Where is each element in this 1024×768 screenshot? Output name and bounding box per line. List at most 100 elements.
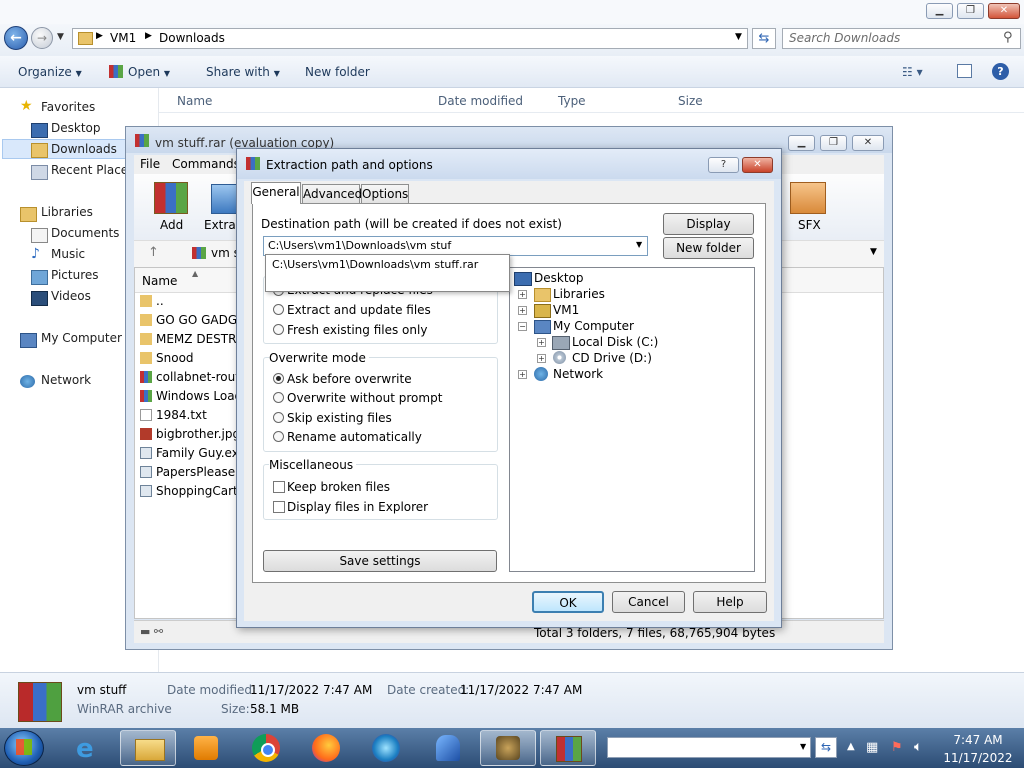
path-dropdown-icon[interactable]: ▼ bbox=[870, 247, 877, 257]
taskbar-firefox[interactable] bbox=[298, 730, 354, 766]
nav-libraries[interactable]: Libraries bbox=[41, 205, 93, 219]
nav-desktop[interactable]: Desktop bbox=[51, 121, 101, 135]
volume-icon[interactable]: 🔈︎ bbox=[914, 739, 922, 755]
path-dropdown-icon[interactable]: ▼ bbox=[636, 240, 642, 249]
checkbox-display-files-explorer[interactable] bbox=[273, 501, 285, 513]
radio-fresh-existing[interactable] bbox=[273, 324, 284, 335]
dialog-titlebar[interactable]: Extraction path and options ? ✕ bbox=[237, 149, 781, 179]
breadcrumb-vm1[interactable]: VM1 bbox=[110, 31, 136, 45]
tree-network[interactable]: Network bbox=[553, 367, 603, 381]
nav-recent-places[interactable]: Recent Places bbox=[51, 163, 134, 177]
nav-favorites[interactable]: Favorites bbox=[41, 100, 95, 114]
nav-music[interactable]: Music bbox=[51, 247, 85, 261]
nav-videos[interactable]: Videos bbox=[51, 289, 91, 303]
share-with-button[interactable]: Share with ▼ bbox=[206, 65, 280, 79]
display-button[interactable]: Display bbox=[663, 213, 754, 235]
taskbar-internet-explorer[interactable]: e bbox=[62, 730, 118, 766]
open-button[interactable]: Open ▼ bbox=[109, 65, 170, 79]
list-item[interactable]: 1984.txt bbox=[140, 408, 236, 426]
tree-local-disk[interactable]: Local Disk (C:) bbox=[572, 335, 658, 349]
list-item[interactable]: bigbrother.jpg bbox=[140, 427, 236, 445]
dialog-help-button[interactable]: ? bbox=[708, 157, 739, 173]
radio-overwrite-without-prompt[interactable] bbox=[273, 392, 284, 403]
taskbar-media-player[interactable] bbox=[178, 730, 234, 766]
search-icon[interactable]: ⚲ bbox=[1003, 30, 1013, 45]
list-item[interactable]: Family Guy.exe bbox=[140, 446, 236, 464]
expand-icon[interactable]: + bbox=[518, 306, 527, 315]
forward-button[interactable]: → bbox=[31, 27, 53, 49]
list-item[interactable]: .. bbox=[140, 294, 236, 312]
ok-button[interactable]: OK bbox=[532, 591, 604, 613]
action-center-icon[interactable]: ⚑ bbox=[891, 740, 903, 755]
clock-date[interactable]: 11/17/2022 bbox=[940, 751, 1016, 765]
list-item[interactable]: GO GO GADGE bbox=[140, 313, 236, 331]
explorer-titlebar[interactable]: ▁ ❐ ✕ bbox=[0, 0, 1024, 24]
save-settings-button[interactable]: Save settings bbox=[263, 550, 497, 572]
tab-advanced[interactable]: Advanced bbox=[302, 184, 362, 204]
help-button[interactable]: Help bbox=[693, 591, 767, 613]
tree-vm1[interactable]: VM1 bbox=[553, 303, 579, 317]
new-folder-button[interactable]: New folder bbox=[305, 65, 370, 79]
radio-skip-existing[interactable] bbox=[273, 412, 284, 423]
radio-ask-before-overwrite[interactable] bbox=[273, 373, 284, 384]
address-dropdown-icon[interactable]: ▼ bbox=[800, 742, 806, 751]
nav-my-computer[interactable]: My Computer bbox=[41, 331, 122, 345]
address-dropdown-icon[interactable]: ▼ bbox=[735, 32, 742, 42]
tab-general[interactable]: General bbox=[251, 182, 301, 204]
search-input[interactable]: Search Downloads ⚲ bbox=[782, 28, 1021, 49]
taskbar-app[interactable] bbox=[420, 730, 476, 766]
list-item[interactable]: Snood bbox=[140, 351, 236, 369]
view-options-icon[interactable]: ☷ ▾ bbox=[902, 65, 923, 79]
taskbar-browser[interactable] bbox=[358, 730, 414, 766]
menu-commands[interactable]: Commands bbox=[172, 157, 240, 171]
taskbar-address-input[interactable]: ▼ bbox=[607, 737, 811, 758]
winrar-minimize-button[interactable]: ▁ bbox=[788, 135, 815, 151]
list-item[interactable]: Windows Load bbox=[140, 389, 236, 407]
up-arrow-icon[interactable]: ↑ bbox=[148, 245, 159, 260]
tree-cd-drive[interactable]: CD Drive (D:) bbox=[572, 351, 652, 365]
column-name[interactable]: Name bbox=[177, 94, 212, 108]
list-item[interactable]: PapersPlease64 bbox=[140, 465, 236, 483]
expand-icon[interactable]: + bbox=[537, 354, 546, 363]
radio-extract-update[interactable] bbox=[273, 304, 284, 315]
clock-time[interactable]: 7:47 AM bbox=[940, 733, 1016, 747]
show-hidden-icons[interactable]: ▲ bbox=[847, 741, 855, 752]
add-archive-icon[interactable] bbox=[154, 182, 188, 214]
tab-options[interactable]: Options bbox=[361, 184, 409, 204]
address-box[interactable]: ▶ VM1 ▶ Downloads ▼ bbox=[72, 28, 748, 49]
taskbar-refresh-icon[interactable]: ⇆ bbox=[815, 737, 837, 758]
column-type[interactable]: Type bbox=[558, 94, 586, 108]
taskbar-game[interactable] bbox=[480, 730, 536, 766]
preview-pane-icon[interactable] bbox=[957, 64, 972, 78]
help-icon[interactable]: ? bbox=[992, 63, 1009, 80]
tree-libraries[interactable]: Libraries bbox=[553, 287, 605, 301]
recent-pages-dropdown[interactable]: ▼ bbox=[57, 32, 64, 42]
add-button-label[interactable]: Add bbox=[160, 218, 183, 232]
nav-pictures[interactable]: Pictures bbox=[51, 268, 99, 282]
name-column-header[interactable]: Name bbox=[142, 274, 177, 288]
close-button[interactable]: ✕ bbox=[988, 3, 1020, 19]
new-folder-button[interactable]: New folder bbox=[663, 237, 754, 259]
list-item[interactable]: ShoppingCartH bbox=[140, 484, 236, 502]
taskbar-chrome[interactable] bbox=[238, 730, 294, 766]
menu-file[interactable]: File bbox=[140, 157, 160, 171]
extract-icon[interactable] bbox=[211, 184, 239, 214]
cancel-button[interactable]: Cancel bbox=[612, 591, 685, 613]
dialog-close-button[interactable]: ✕ bbox=[742, 157, 773, 173]
refresh-button[interactable]: ⇆ bbox=[752, 28, 776, 49]
sfx-button-label[interactable]: SFX bbox=[798, 218, 821, 232]
maximize-button[interactable]: ❐ bbox=[957, 3, 984, 19]
autocomplete-suggestion[interactable]: C:\Users\vm1\Downloads\vm stuff.rar bbox=[272, 258, 478, 271]
taskbar-winrar[interactable] bbox=[540, 730, 596, 766]
tree-my-computer[interactable]: My Computer bbox=[553, 319, 634, 333]
destination-path-input[interactable]: C:\Users\vm1\Downloads\vm stuf ▼ bbox=[263, 236, 648, 256]
expand-icon[interactable]: + bbox=[537, 338, 546, 347]
winrar-close-button[interactable]: ✕ bbox=[852, 135, 884, 151]
column-size[interactable]: Size bbox=[678, 94, 703, 108]
nav-downloads[interactable]: Downloads bbox=[51, 142, 117, 156]
radio-rename-automatically[interactable] bbox=[273, 431, 284, 442]
expand-icon[interactable]: + bbox=[518, 290, 527, 299]
expand-icon[interactable]: + bbox=[518, 370, 527, 379]
winrar-maximize-button[interactable]: ❐ bbox=[820, 135, 847, 151]
start-button[interactable] bbox=[4, 730, 44, 766]
